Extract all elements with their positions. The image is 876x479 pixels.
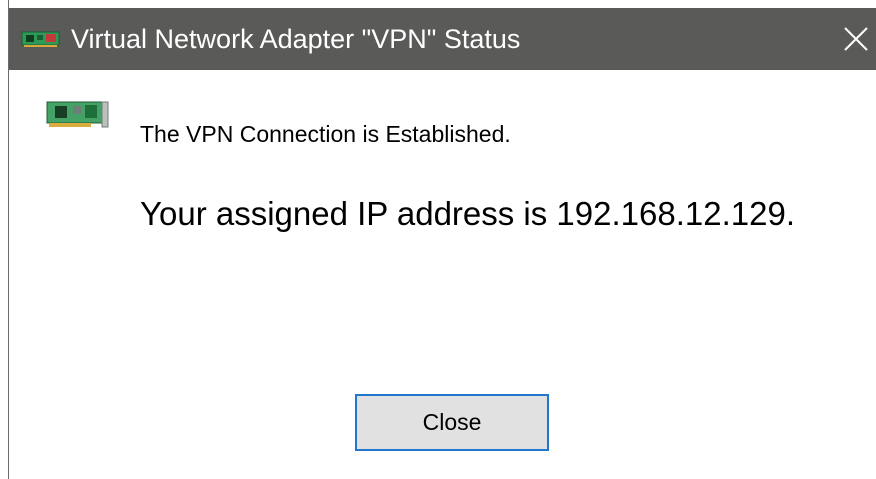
ip-address-message: Your assigned IP address is 192.168.12.1…	[140, 195, 795, 232]
window-left-border	[0, 0, 9, 479]
network-adapter-icon	[21, 30, 61, 49]
title-bar[interactable]: Virtual Network Adapter "VPN" Status	[9, 8, 876, 70]
connection-message: The VPN Connection is Established.	[140, 121, 511, 147]
window-title: Virtual Network Adapter "VPN" Status	[71, 24, 521, 54]
dialog-content: The VPN Connection is Established. Your …	[9, 70, 876, 479]
close-button[interactable]: Close	[355, 394, 549, 451]
close-icon[interactable]	[841, 24, 871, 54]
vpn-status-dialog: Virtual Network Adapter "VPN" Status The…	[0, 0, 876, 479]
network-adapter-icon	[45, 96, 111, 132]
